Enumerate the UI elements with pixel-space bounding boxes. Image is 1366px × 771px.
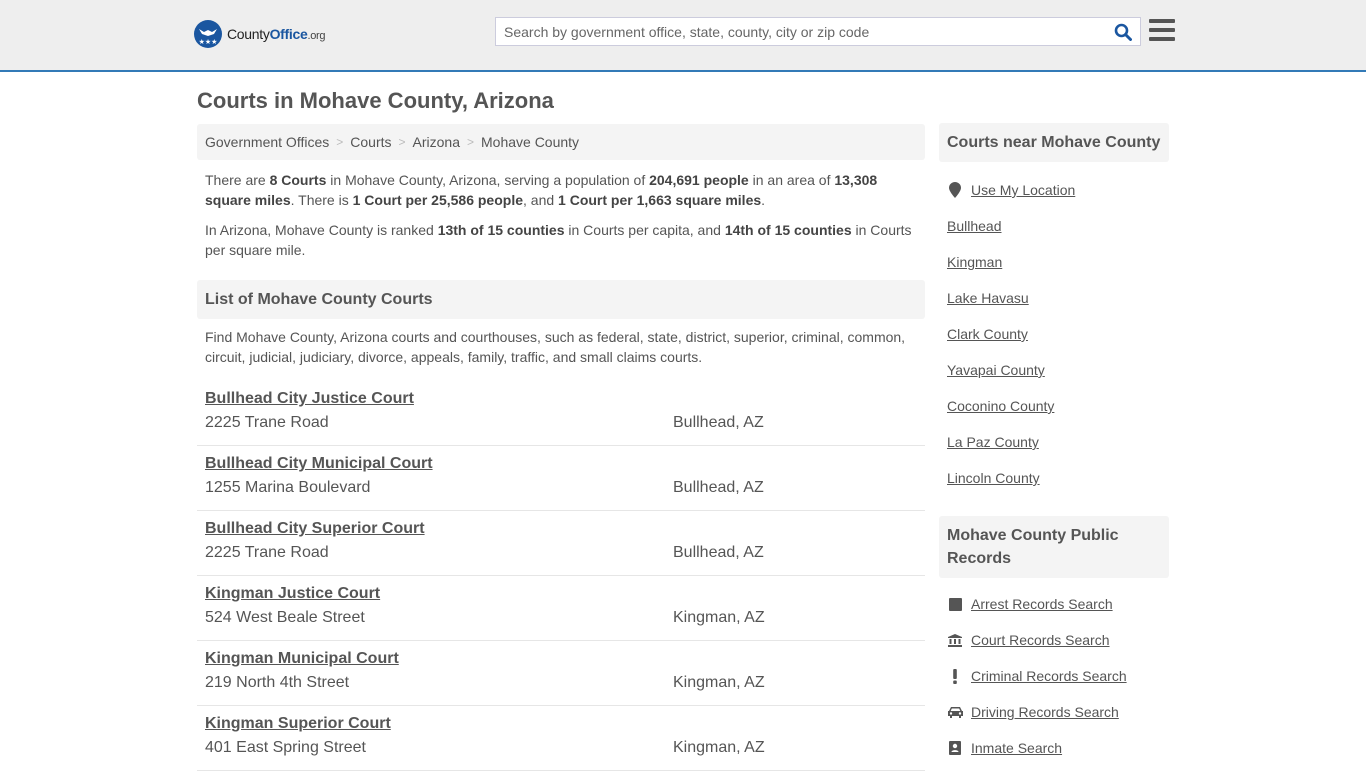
driving-records-link[interactable]: Driving Records Search [971,704,1119,720]
main-content: Government Offices > Courts > Arizona > … [197,124,925,771]
breadcrumb-separator: > [466,135,474,149]
breadcrumb-courts[interactable]: Courts [350,134,391,150]
nearby-link-lake-havasu[interactable]: Lake Havasu [947,290,1029,306]
nearby-link-item: Yavapai County [939,352,1169,388]
court-address: 524 West Beale Street [205,609,365,626]
breadcrumb-separator: > [336,135,344,149]
search-button[interactable] [1106,18,1140,45]
menu-bar [1149,28,1175,32]
records-link-item: Arrest Records Search [939,586,1169,622]
court-name-link[interactable]: Kingman Municipal Court [205,650,399,668]
nearby-link-lincoln-county[interactable]: Lincoln County [947,470,1040,486]
court-list-heading: List of Mohave County Courts [197,280,925,319]
site-header: ★★★ CountyOffice.org [0,0,1366,72]
court-list: Bullhead City Justice Court 2225 Trane R… [197,381,925,771]
menu-bar [1149,19,1175,23]
nearby-link-item: Coconino County [939,388,1169,424]
use-my-location-link[interactable]: Use My Location [971,182,1075,198]
records-link-item: Court Records Search [939,622,1169,658]
court-name-link[interactable]: Kingman Superior Court [205,715,391,733]
exclamation-icon [947,668,963,684]
nearby-link-item: Bullhead [939,208,1169,244]
court-list-item: Bullhead City Justice Court 2225 Trane R… [197,381,925,446]
ranking-paragraph: In Arizona, Mohave County is ranked 13th… [205,222,912,258]
court-list-item: Kingman Municipal Court 219 North 4th St… [197,641,925,706]
nearby-link-item: Lincoln County [939,460,1169,496]
search-bar [495,17,1141,46]
page-title: Courts in Mohave County, Arizona [197,88,554,113]
arrest-records-link[interactable]: Arrest Records Search [971,596,1113,612]
records-link-item: Driving Records Search [939,694,1169,730]
court-city: Bullhead, AZ [673,479,764,496]
search-input[interactable] [496,18,1106,45]
court-address: 219 North 4th Street [205,674,350,691]
id-badge-icon [947,740,963,756]
court-records-link[interactable]: Court Records Search [971,632,1110,648]
public-records-panel: Mohave County Public Records Arrest Reco… [939,516,1169,766]
court-list-description: Find Mohave County, Arizona courts and c… [205,329,906,365]
nearby-link-clark-county[interactable]: Clark County [947,326,1028,342]
breadcrumb: Government Offices > Courts > Arizona > … [197,124,925,160]
search-icon [1114,23,1132,41]
nearby-link-item: Kingman [939,244,1169,280]
court-name-link[interactable]: Kingman Justice Court [205,585,380,603]
logo-wordmark: CountyOffice.org [227,26,326,42]
breadcrumb-separator: > [398,135,406,149]
car-icon [947,704,963,720]
records-link-item: Inmate Search [939,730,1169,766]
public-records-heading: Mohave County Public Records [939,516,1169,578]
court-address: 2225 Trane Road [205,544,329,561]
nearby-courts-panel: Courts near Mohave County Use My Locatio… [939,123,1169,496]
court-city: Bullhead, AZ [673,544,764,561]
nearby-link-bullhead[interactable]: Bullhead [947,218,1002,234]
nearby-link-la-paz-county[interactable]: La Paz County [947,434,1039,450]
court-city: Kingman, AZ [673,674,765,691]
court-city: Kingman, AZ [673,739,765,756]
records-link-item: Criminal Records Search [939,658,1169,694]
breadcrumb-arizona[interactable]: Arizona [413,134,460,150]
criminal-records-link[interactable]: Criminal Records Search [971,668,1127,684]
summary-paragraph: There are 8 Courts in Mohave County, Ari… [205,172,878,208]
court-address: 1255 Marina Boulevard [205,479,371,496]
nearby-courts-heading: Courts near Mohave County [939,123,1169,162]
breadcrumb-government-offices[interactable]: Government Offices [205,134,329,150]
nearby-link-item: La Paz County [939,424,1169,460]
nearby-link-item: Clark County [939,316,1169,352]
nearby-link-item: Lake Havasu [939,280,1169,316]
menu-bar [1149,37,1175,41]
court-city: Bullhead, AZ [673,414,764,431]
inmate-search-link[interactable]: Inmate Search [971,740,1062,756]
court-address: 401 East Spring Street [205,739,366,756]
court-city: Kingman, AZ [673,609,765,626]
eagle-stars-icon: ★★★ [194,20,222,48]
court-list-item: Bullhead City Municipal Court 1255 Marin… [197,446,925,511]
sidebar: Courts near Mohave County Use My Locatio… [939,123,1169,766]
court-name-link[interactable]: Bullhead City Superior Court [205,520,425,538]
nearby-link-yavapai-county[interactable]: Yavapai County [947,362,1045,378]
courthouse-icon [947,632,963,648]
court-list-item: Kingman Superior Court 401 East Spring S… [197,706,925,771]
court-list-item: Kingman Justice Court 524 West Beale Str… [197,576,925,641]
use-my-location-item: Use My Location [939,172,1169,208]
court-address: 2225 Trane Road [205,414,329,431]
site-logo[interactable]: ★★★ CountyOffice.org [194,20,326,48]
breadcrumb-current: Mohave County [481,134,580,150]
map-marker-icon [947,182,963,198]
nearby-courts-list: Use My Location Bullhead Kingman Lake Ha… [939,172,1169,496]
square-icon [947,596,963,612]
court-name-link[interactable]: Bullhead City Municipal Court [205,455,433,473]
hamburger-menu-button[interactable] [1149,19,1175,41]
svg-text:★★★: ★★★ [199,38,218,46]
nearby-link-kingman[interactable]: Kingman [947,254,1002,270]
nearby-link-coconino-county[interactable]: Coconino County [947,398,1054,414]
public-records-list: Arrest Records Search Court Records Sear… [939,586,1169,766]
court-name-link[interactable]: Bullhead City Justice Court [205,390,414,408]
court-list-item: Bullhead City Superior Court 2225 Trane … [197,511,925,576]
